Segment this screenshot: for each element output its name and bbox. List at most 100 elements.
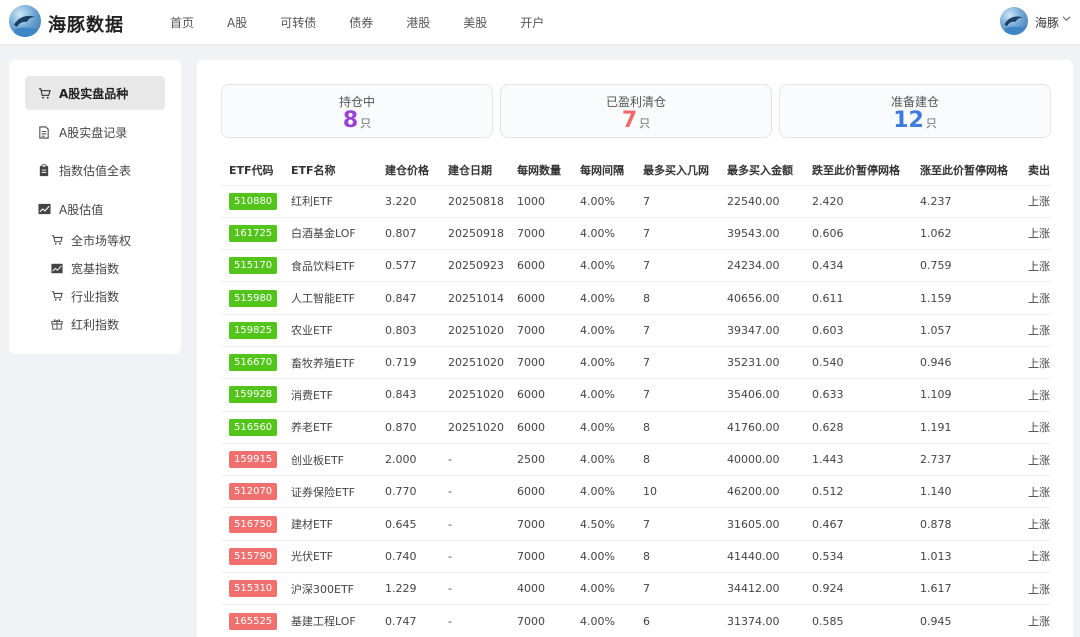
etf-code-badge[interactable]: 515170 [229, 257, 278, 275]
table-cell: 4.00% [572, 443, 635, 477]
etf-code-badge[interactable]: 516560 [229, 418, 278, 436]
table-row[interactable]: 515310 沪深300ETF 1.229-4000 4.00% 7 34412.00 0.… [221, 572, 1051, 606]
sidebar-subitem-equal-weight[interactable]: 全市场等权 [51, 228, 171, 252]
table-cell: 22540.00 [719, 185, 804, 218]
table-cell: 6000 [509, 249, 572, 283]
sidebar-item-a-share-records[interactable]: A股实盘记录 [25, 115, 165, 149]
column-header[interactable]: ETF代码 [221, 155, 283, 186]
table-cell: 1.013 [912, 540, 1020, 574]
column-header[interactable]: 涨至此价暂停网格 [912, 155, 1020, 186]
etf-code-badge[interactable]: 165525 [229, 612, 278, 630]
cart-icon [51, 234, 63, 246]
table-row[interactable]: 512070 证券保险ETF 0.770-6000 4.00% 10 46200.00 0.… [221, 475, 1051, 509]
table-cell: 0.540 [804, 346, 912, 380]
table-row[interactable]: 165525 基建工程LOF 0.747-7000 4.00% 6 31374.00 0.5… [221, 604, 1051, 637]
etf-code-badge[interactable]: 512070 [229, 483, 278, 501]
table-row[interactable]: 516750 建材ETF 0.645-7000 4.50% 7 31605.00 0.467… [221, 507, 1051, 541]
table-cell: 515170 [221, 249, 283, 283]
table-row[interactable]: 516670 畜牧养殖ETF 0.719 20251020 7000 4.00% 7 3523… [221, 346, 1051, 380]
table-cell: 0.467 [804, 507, 912, 541]
table-cell: 上涨 [1020, 507, 1051, 541]
etf-code-badge[interactable]: 516670 [229, 354, 278, 372]
table-row[interactable]: 515170 食品饮料ETF 0.577 20250923 6000 4.00% 7 2423… [221, 249, 1051, 283]
clipboard-icon [37, 163, 51, 177]
table-cell: 上涨 [1020, 249, 1051, 283]
brand-name[interactable]: 海豚数据 [48, 11, 124, 37]
chevron-down-icon[interactable] [1062, 14, 1071, 26]
table-row[interactable]: 515790 光伏ETF 0.740-7000 4.00% 8 41440.00 0.534… [221, 540, 1051, 574]
stat-value: 7只 [501, 109, 771, 136]
column-header[interactable]: 最多买入金额 [719, 155, 804, 186]
sidebar-item-a-share-valuation[interactable]: A股估值 [25, 192, 165, 226]
nav-a-share[interactable]: A股 [227, 14, 247, 31]
table-cell: 1.057 [912, 314, 1020, 347]
stat-value: 12 只 [780, 109, 1050, 136]
stat-unit: 只 [360, 117, 372, 130]
etf-code-badge[interactable]: 515980 [229, 289, 278, 307]
table-row[interactable]: 159825 农业ETF 0.803 20251020 7000 4.00% 7 39347.… [221, 314, 1051, 347]
etf-code-badge[interactable]: 161725 [229, 224, 278, 242]
nav-us-stock[interactable]: 美股 [463, 14, 487, 31]
etf-code-badge[interactable]: 159915 [229, 451, 278, 469]
sidebar-item-index-valuation[interactable]: 指数估值全表 [25, 153, 165, 187]
column-header[interactable]: 跌至此价暂停网格 [804, 155, 912, 186]
etf-code-badge[interactable]: 159928 [229, 386, 278, 404]
sidebar-subitem-broad-index[interactable]: 宽基指数 [51, 256, 171, 280]
table-cell: 1.617 [912, 572, 1020, 606]
etf-code-badge[interactable]: 516750 [229, 515, 278, 533]
table-cell: 0.628 [804, 411, 912, 444]
table-row[interactable]: 515980 人工智能ETF 0.847 20251014 6000 4.00% 8 4065… [221, 281, 1051, 315]
column-header[interactable]: 最多买入几网 [635, 155, 719, 186]
etf-code-badge[interactable]: 159825 [229, 321, 278, 339]
dolphin-logo-icon[interactable] [9, 5, 41, 37]
table-cell: 上涨 [1020, 281, 1051, 315]
table-cell: 0.924 [804, 572, 912, 606]
nav-open-account[interactable]: 开户 [520, 14, 544, 31]
table-cell: 7000 [509, 604, 572, 637]
table-row[interactable]: 159928 消费ETF 0.843 20251020 6000 4.00% 7 35406.… [221, 378, 1051, 412]
table-cell: 34412.00 [719, 572, 804, 606]
etf-code-badge[interactable]: 510880 [229, 192, 278, 210]
avatar[interactable] [1000, 7, 1028, 35]
column-header[interactable]: ETF名称 [283, 155, 377, 186]
table-cell: 6000 [509, 281, 572, 315]
sidebar-subitem-industry-index[interactable]: 行业指数 [51, 284, 171, 308]
table-cell: 20251020 [440, 314, 509, 347]
column-header[interactable]: 建仓价格 [377, 155, 440, 186]
table-row[interactable]: 516560 养老ETF 0.870 20251020 6000 4.00% 8 41760.… [221, 411, 1051, 444]
nav-home[interactable]: 首页 [170, 14, 194, 31]
table-cell: 512070 [221, 475, 283, 509]
column-header[interactable]: 建仓日期 [440, 155, 509, 186]
table-cell: 20250923 [440, 249, 509, 283]
table-cell: 农业ETF [283, 314, 377, 347]
table-cell: 0.759 [912, 249, 1020, 283]
table-cell: 0.878 [912, 507, 1020, 541]
table-cell: 2500 [509, 443, 572, 477]
table-cell: 4.00% [572, 314, 635, 347]
table-cell: 24234.00 [719, 249, 804, 283]
column-header[interactable]: 卖出 [1020, 155, 1051, 186]
sidebar-subitem-dividend-index[interactable]: 红利指数 [51, 312, 171, 336]
table-cell: 7 [635, 249, 719, 283]
sidebar-subitem-label: 红利指数 [71, 317, 120, 332]
cart-icon [51, 290, 63, 302]
etf-table-container[interactable]: ETF代码 ETF名称 建仓价格 建仓日期 每网数量 每网间隔 最多买入几网 最多买入金额 跌至… [221, 155, 1051, 637]
table-row[interactable]: 510880 红利ETF 3.220 20250818 1000 4.00% 7 22540.… [221, 185, 1051, 218]
nav-convertible[interactable]: 可转债 [280, 14, 316, 31]
table-row[interactable]: 161725 白酒基金LOF 0.807 20250918 7000 4.00% 7 3954… [221, 217, 1051, 251]
table-cell: 4.00% [572, 346, 635, 380]
table-cell: 0.843 [377, 378, 440, 412]
column-header[interactable]: 每网间隔 [572, 155, 635, 186]
nav-hk-stock[interactable]: 港股 [406, 14, 430, 31]
table-cell: 7000 [509, 217, 572, 251]
user-name[interactable]: 海豚 [1035, 14, 1059, 31]
table-cell: 食品饮料ETF [283, 249, 377, 283]
nav-bond[interactable]: 债券 [349, 14, 373, 31]
table-row[interactable]: 159915 创业板ETF 2.000-2500 4.00% 8 40000.00 1.44… [221, 443, 1051, 477]
etf-code-badge[interactable]: 515790 [229, 547, 278, 565]
etf-code-badge[interactable]: 515310 [229, 580, 278, 598]
stat-unit: 只 [639, 117, 651, 130]
stat-number: 7 [621, 108, 638, 133]
column-header[interactable]: 每网数量 [509, 155, 572, 186]
sidebar-item-a-share-holdings[interactable]: A股实盘品种 [25, 76, 165, 110]
